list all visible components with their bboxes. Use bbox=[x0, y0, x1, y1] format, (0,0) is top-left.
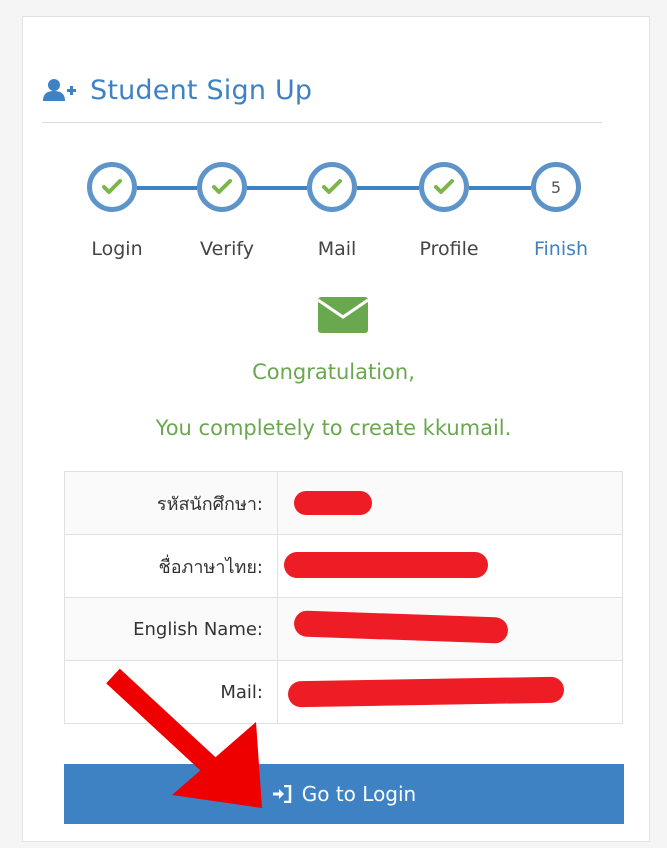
step-label-mail: Mail bbox=[317, 238, 357, 260]
table-row: English Name: bbox=[64, 597, 623, 661]
table-row: รหัสนักศึกษา: bbox=[64, 471, 623, 535]
redaction-mark bbox=[284, 552, 488, 578]
table-row: Mail: bbox=[64, 660, 623, 724]
login-button-label: Go to Login bbox=[301, 782, 417, 806]
congrats-message: You completely to create kkumail. bbox=[155, 416, 512, 440]
check-icon bbox=[434, 179, 454, 194]
step-label-verify: Verify bbox=[200, 238, 254, 260]
step-label-login: Login bbox=[91, 238, 143, 260]
table-row: ชื่อภาษาไทย: bbox=[64, 534, 623, 598]
step-connector bbox=[247, 186, 307, 190]
step-mail-indicator bbox=[307, 162, 357, 212]
envelope-icon bbox=[318, 297, 368, 333]
step-connector bbox=[469, 186, 531, 190]
thai-name-value bbox=[277, 534, 623, 598]
check-icon bbox=[322, 179, 342, 194]
step-login-indicator bbox=[87, 162, 137, 212]
sign-in-icon bbox=[272, 785, 291, 803]
redaction-mark bbox=[287, 676, 565, 708]
thai-name-label: ชื่อภาษาไทย: bbox=[64, 534, 278, 598]
step-number: 5 bbox=[550, 177, 562, 197]
mail-value bbox=[277, 660, 623, 724]
student-id-label: รหัสนักศึกษา: bbox=[64, 471, 278, 535]
step-finish-indicator: 5 bbox=[531, 162, 581, 212]
congrats-heading: Congratulation, bbox=[252, 360, 415, 384]
check-icon bbox=[212, 179, 232, 194]
step-label-finish: Finish bbox=[533, 238, 589, 260]
step-connector bbox=[357, 186, 419, 190]
english-name-label: English Name: bbox=[64, 597, 278, 661]
mail-label: Mail: bbox=[64, 660, 278, 724]
check-icon bbox=[102, 179, 122, 194]
account-info-table: รหัสนักศึกษา: ชื่อภาษาไทย: English Name:… bbox=[64, 471, 623, 724]
step-label-profile: Profile bbox=[419, 238, 479, 260]
step-connector bbox=[137, 186, 197, 190]
redaction-mark bbox=[293, 610, 509, 644]
step-profile-indicator bbox=[419, 162, 469, 212]
english-name-value bbox=[277, 597, 623, 661]
redaction-mark bbox=[294, 491, 372, 515]
step-verify-indicator bbox=[197, 162, 247, 212]
student-id-value bbox=[277, 471, 623, 535]
progress-stepper: 5 Login Verify Mail Profile Finish bbox=[0, 0, 667, 300]
go-to-login-button[interactable]: Go to Login bbox=[64, 764, 624, 824]
